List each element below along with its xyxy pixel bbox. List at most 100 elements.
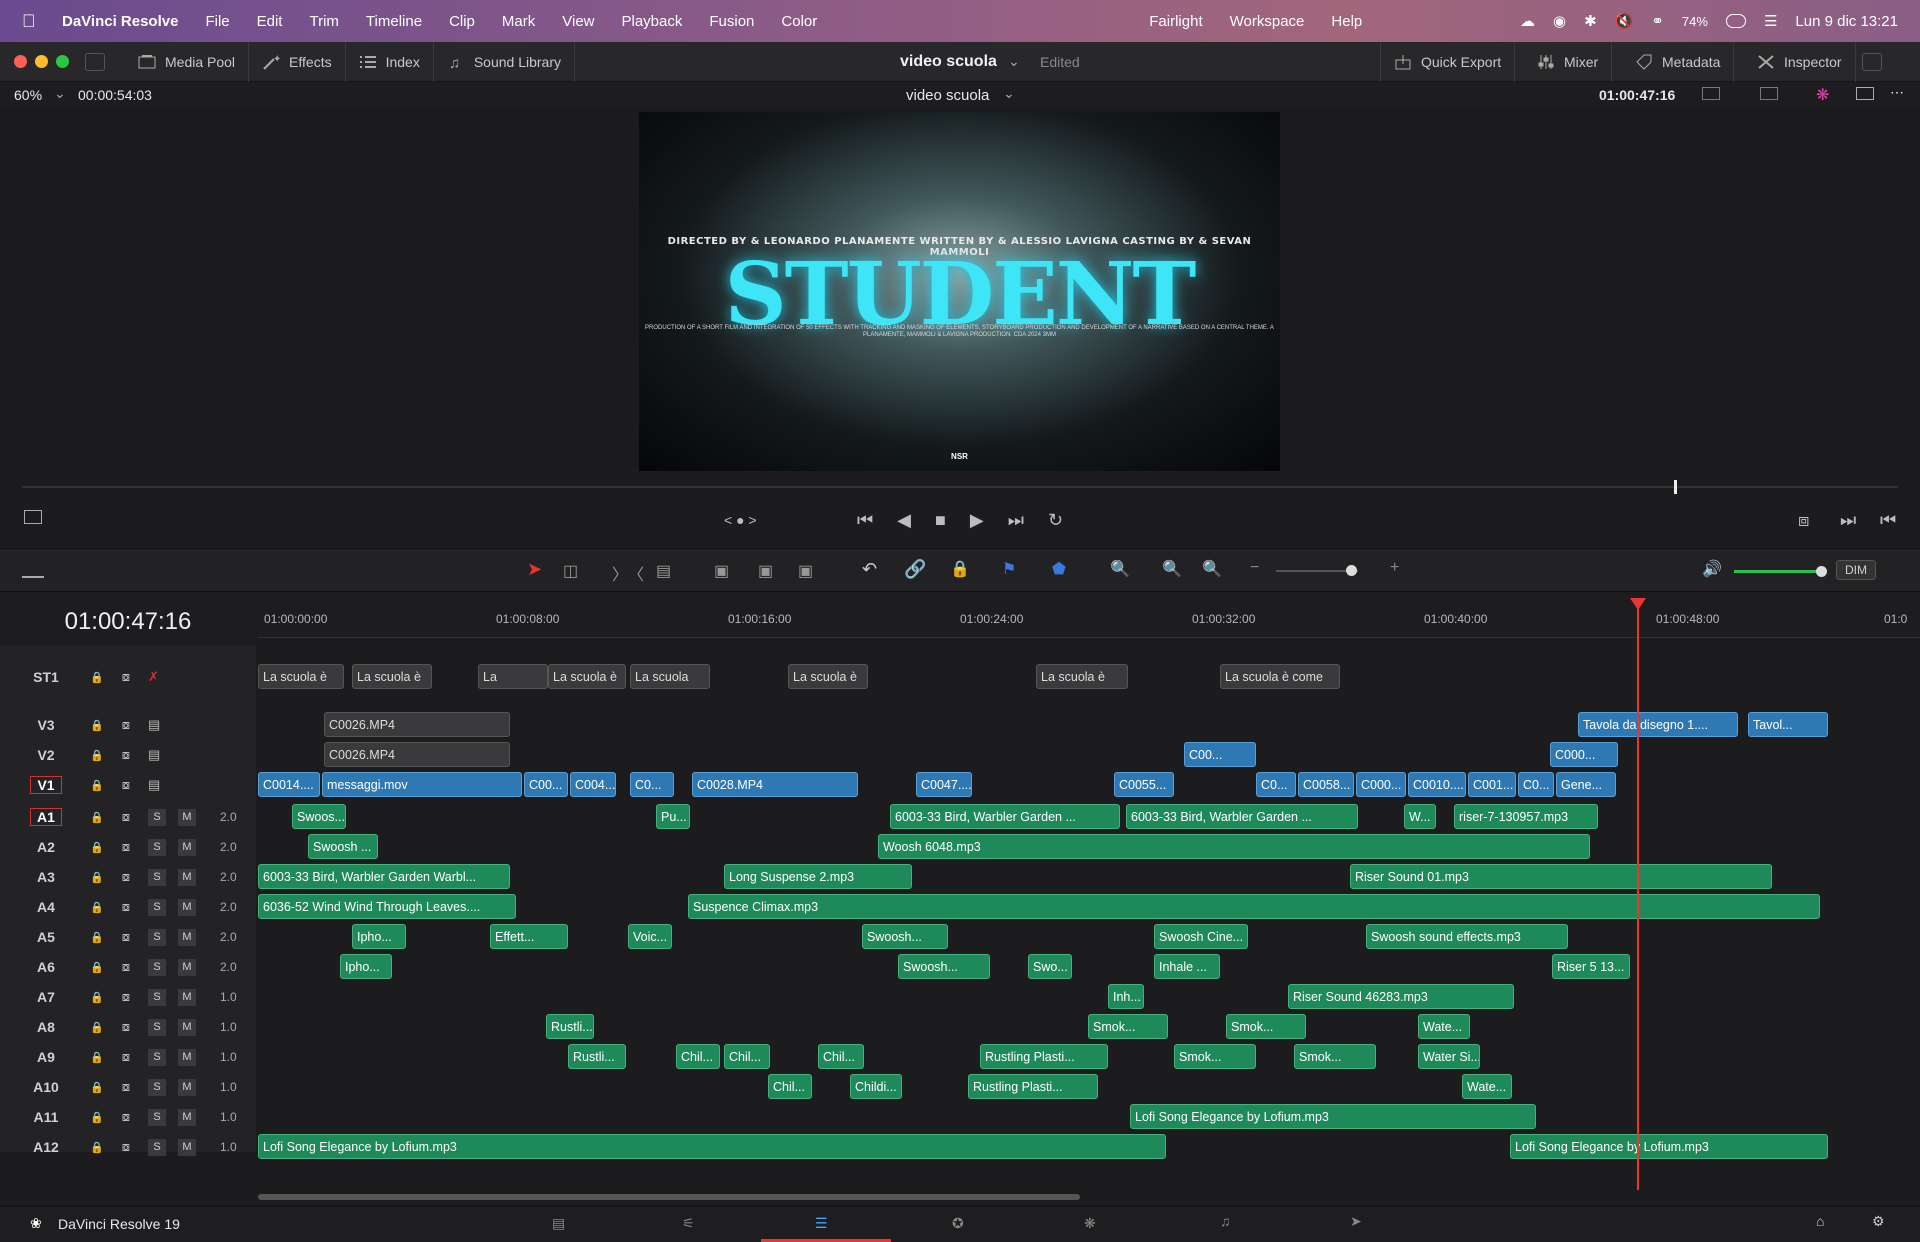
audio-clip[interactable]: Lofi Song Elegance by Lofium.mp3 [258,1134,1166,1159]
track-name[interactable]: A7 [30,989,62,1005]
menu-fusion[interactable]: Fusion [709,13,754,30]
subtitle-clip[interactable]: La scuola [630,664,710,689]
subtitle-clip[interactable]: La scuola è come [1220,664,1340,689]
audio-clip[interactable]: W... [1404,804,1436,829]
track-name[interactable]: A3 [30,869,62,885]
zoom-slider-handle[interactable] [1346,565,1357,576]
menu-playback[interactable]: Playback [622,13,683,30]
audio-clip[interactable]: Wate... [1418,1014,1470,1039]
loop-icon[interactable]: ↻ [1048,510,1063,531]
next-edit-icon[interactable]: ⏭ [1840,510,1856,531]
audio-clip[interactable]: Rustling Plasti... [968,1074,1098,1099]
reverse-play-icon[interactable]: ◀ [897,510,911,531]
video-clip[interactable]: C0026.MP4 [324,742,510,767]
edit-page-icon[interactable]: ☰ [815,1215,828,1232]
viewer-scrubber[interactable] [22,480,1898,494]
track-header-a9[interactable]: A9 🔒 ⧇ S M 1.0 [0,1042,256,1072]
track-header-a12[interactable]: A12 🔒 ⧇ S M 1.0 [0,1132,256,1162]
zoom-level[interactable]: 60% [14,87,42,103]
audio-clip[interactable]: Swoosh... [862,924,948,949]
zoom-slider[interactable] [1276,565,1358,576]
solo-button[interactable]: S [147,1018,166,1036]
dynamic-trim-icon[interactable]: 〉〈 [612,561,644,585]
auto-select-icon[interactable]: ⧇ [122,1139,130,1155]
fusion-page-icon[interactable]: ✪ [952,1215,964,1232]
lane-a9[interactable]: Rustli... Chil... Chil... Chil... Rustling P… [258,1042,1920,1072]
auto-select-icon[interactable]: ⧇ [122,869,130,885]
lock-track-icon[interactable]: 🔒 [90,1021,104,1034]
track-header-a1[interactable]: A1 🔒 ⧇ S M 2.0 [0,802,256,832]
panel-collapse-icon[interactable] [1862,52,1882,71]
zoom-out-icon[interactable]: − [1250,559,1259,577]
video-clip[interactable]: C0010.... [1408,772,1466,797]
timeline-options-icon[interactable] [22,562,44,578]
fairlight-page-icon[interactable]: ♫ [1220,1213,1231,1229]
track-name[interactable]: A11 [30,1109,62,1125]
video-clip[interactable]: Gene... [1556,772,1616,797]
position-lock-icon[interactable]: 🔒 [950,559,970,579]
lock-track-icon[interactable]: 🔒 [90,1111,104,1124]
link-icon[interactable]: ⚭ [1651,12,1664,30]
video-clip[interactable]: C0014.... [258,772,320,797]
lane-a8[interactable]: Rustli... Smok... Smok... Wate... [258,1012,1920,1042]
video-clip[interactable]: C0... [1256,772,1296,797]
audio-clip[interactable]: Smok... [1174,1044,1256,1069]
audio-clip[interactable]: Swoosh sound effects.mp3 [1366,924,1568,949]
mute-button[interactable]: M [177,1048,196,1066]
prev-edit-icon[interactable]: ⏮ [1880,510,1896,531]
audio-clip[interactable]: Lofi Song Elegance by Lofium.mp3 [1510,1134,1828,1159]
video-track-icon[interactable]: ▤ [148,747,160,763]
track-name[interactable]: A9 [30,1049,62,1065]
audio-clip[interactable]: Chil... [724,1044,770,1069]
menu-edit[interactable]: Edit [257,13,283,30]
creative-cloud-icon[interactable]: ☁ [1520,12,1535,30]
subtitle-clip[interactable]: La scuola è [1036,664,1128,689]
audio-clip[interactable]: Inhale ... [1154,954,1220,979]
audio-clip[interactable]: Ipho... [340,954,392,979]
auto-select-icon[interactable]: ⧇ [122,959,130,975]
bluetooth-icon[interactable]: ✱ [1584,12,1597,30]
lock-track-icon[interactable]: 🔒 [90,1081,104,1094]
lock-track-icon[interactable]: 🔒 [90,779,104,792]
track-name[interactable]: V1 [30,776,62,794]
mute-button[interactable]: M [177,898,196,916]
volume-slider[interactable] [1734,566,1827,577]
lane-a10[interactable]: Chil... Childi... Rustling Plasti... Wate..… [258,1072,1920,1102]
flag-icon[interactable]: ⚑ [1002,559,1016,579]
auto-select-icon[interactable]: ⧇ [122,1049,130,1065]
replace-clip-icon[interactable]: ▣ [798,561,813,581]
video-clip[interactable]: C00... [1184,742,1256,767]
audio-clip[interactable]: 6003-33 Bird, Warbler Garden ... [890,804,1120,829]
track-header-v1[interactable]: V1 🔒 ⧇ ▤ [0,770,256,800]
jog-icon[interactable]: < ● > [724,512,757,528]
subtitle-clip[interactable]: La scuola è [548,664,626,689]
lane-v1[interactable]: C0014.... messaggi.mov C00... C004... C0... C… [258,770,1920,800]
lock-track-icon[interactable]: 🔒 [90,901,104,914]
mixer-button[interactable]: Mixer [1524,41,1613,82]
audio-clip[interactable]: Ipho... [352,924,406,949]
zoom-detail-icon[interactable]: 🔍 [1162,559,1182,579]
lock-track-icon[interactable]: 🔒 [90,841,104,854]
sound-library-button[interactable]: ♫ Sound Library [434,41,576,82]
menu-mark[interactable]: Mark [502,13,535,30]
subtitle-clip[interactable]: La scuola è [788,664,868,689]
audio-clip[interactable]: Riser Sound 46283.mp3 [1288,984,1514,1009]
audio-clip[interactable]: Inh... [1108,984,1144,1009]
video-clip[interactable]: C004... [570,772,616,797]
menu-clip[interactable]: Clip [449,13,475,30]
audio-clip[interactable]: 6036-52 Wind Wind Through Leaves.... [258,894,516,919]
menu-help[interactable]: Help [1331,13,1362,30]
more-options-icon[interactable]: ⋯ [1890,84,1904,101]
insert-clip-icon[interactable]: ▣ [714,561,729,581]
zoom-in-icon[interactable]: + [1390,559,1399,577]
auto-select-icon[interactable]: ⧇ [122,669,130,685]
mute-button[interactable]: M [177,868,196,886]
lane-v2[interactable]: C0026.MP4 C00... C000... [258,740,1920,770]
mute-button[interactable]: M [177,928,196,946]
video-clip[interactable]: C001... [1468,772,1516,797]
auto-select-icon[interactable]: ⧇ [122,1109,130,1125]
lock-track-icon[interactable]: 🔒 [90,991,104,1004]
close-window-button[interactable] [14,55,27,68]
video-clip[interactable]: C0055... [1114,772,1174,797]
audio-clip[interactable]: Riser Sound 01.mp3 [1350,864,1772,889]
